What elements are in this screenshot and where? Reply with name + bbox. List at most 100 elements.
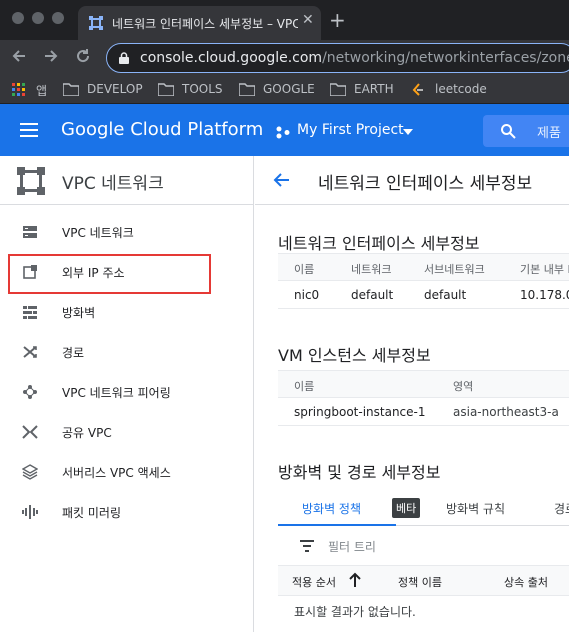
- sidebar-item-vpc-network[interactable]: VPC 네트워크: [0, 212, 253, 252]
- column-header: 서브네트워크: [424, 263, 485, 276]
- nic-section-title: 네트워크 인터페이스 세부정보: [278, 234, 480, 253]
- column-header: 네트워크: [351, 263, 392, 276]
- tab-firewall-policy[interactable]: 방화벽 정책 베타: [302, 498, 421, 518]
- vm-instance-name[interactable]: springboot-instance-1: [294, 405, 426, 419]
- sidebar-item-shared-vpc[interactable]: 공유 VPC: [0, 412, 253, 452]
- sidebar-item-label: 경로: [62, 346, 85, 360]
- fw-section-title: 방화벽 및 경로 세부정보: [278, 463, 441, 482]
- tab-routes[interactable]: 경로: [554, 500, 569, 517]
- serverless-icon: [22, 464, 38, 480]
- window-zoom-dot[interactable]: [52, 12, 64, 24]
- nic-table-header: 이름 네트워크 서브네트워크 기본 내부 I: [278, 253, 569, 281]
- apps-grid-icon: [12, 83, 25, 96]
- lock-icon: [119, 52, 129, 64]
- bookmark-label: DEVELOP: [87, 82, 143, 96]
- bookmark-label: TOOLS: [182, 82, 223, 96]
- sidebar-item-label: 방화벽: [62, 306, 96, 320]
- reload-icon[interactable]: [74, 47, 92, 65]
- sidebar-item-firewall[interactable]: 방화벽: [0, 292, 253, 332]
- shared-vpc-icon: [22, 425, 38, 439]
- bookmark-label: GOOGLE: [263, 82, 315, 96]
- project-selector[interactable]: My First Project: [276, 122, 426, 142]
- back-arrow-icon[interactable]: [10, 47, 28, 65]
- bookmark-earth[interactable]: EARTH: [330, 81, 410, 99]
- nic-internal-ip: 10.178.0: [520, 288, 569, 302]
- filter-icon: [300, 540, 314, 552]
- fw-tabs: 방화벽 정책 베타 방화벽 규칙 경로: [278, 490, 569, 526]
- search-icon: [501, 124, 516, 139]
- nic-network: default: [351, 288, 394, 302]
- empty-message: 표시할 결과가 없습니다.: [294, 605, 416, 619]
- browser-tab[interactable]: 네트워크 인터페이스 세부정보 – VPC ✕: [78, 6, 321, 40]
- filter-placeholder: 필터 트리: [328, 540, 376, 554]
- sidebar-title: VPC 네트워크: [62, 174, 164, 194]
- project-name: My First Project: [297, 122, 404, 138]
- bookmark-develop[interactable]: DEVELOP: [63, 81, 163, 99]
- forward-arrow-icon[interactable]: [42, 47, 60, 65]
- search-input[interactable]: 제품: [483, 115, 569, 147]
- bookmark-tools[interactable]: TOOLS: [158, 81, 238, 99]
- vm-zone: asia-northeast3-a: [453, 405, 559, 419]
- tab-label: 방화벽 정책: [302, 502, 362, 516]
- sidebar-item-peering[interactable]: VPC 네트워크 피어링: [0, 372, 253, 412]
- leetcode-icon: [412, 83, 423, 96]
- routes-icon: [23, 346, 37, 358]
- browser-tab-title: 네트워크 인터페이스 세부정보 – VPC: [112, 17, 298, 31]
- sidebar-item-label: 서버리스 VPC 액세스: [62, 466, 171, 480]
- filter-bar[interactable]: 필터 트리: [278, 526, 569, 566]
- vm-table-header: 이름 영역: [278, 370, 569, 398]
- url-path: /networking/networkinterfaces/zones/a: [322, 50, 569, 66]
- page-title: 네트워크 인터페이스 세부정보: [318, 174, 533, 194]
- column-header: 기본 내부 I: [520, 263, 569, 276]
- column-header[interactable]: 정책 이름: [398, 574, 442, 590]
- back-arrow-icon[interactable]: [273, 171, 291, 189]
- tab-close-icon[interactable]: ✕: [302, 12, 314, 28]
- sidebar-item-routes[interactable]: 경로: [0, 332, 253, 372]
- sidebar-item-packet-mirroring[interactable]: 패킷 미러링: [0, 492, 253, 532]
- address-bar[interactable]: console.cloud.google.com/networking/netw…: [106, 43, 569, 73]
- packet-mirroring-icon: [22, 505, 38, 519]
- sidebar-item-label: 패킷 미러링: [62, 506, 122, 520]
- url-host: console.cloud.google.com: [140, 50, 323, 66]
- folder-icon: [330, 83, 346, 96]
- column-header[interactable]: 상속 출처: [504, 574, 548, 590]
- sidebar-item-label: 공유 VPC: [62, 426, 112, 440]
- external-ip-icon: [23, 265, 37, 279]
- bookmark-label: leetcode: [435, 82, 487, 96]
- new-tab-button[interactable]: +: [329, 8, 346, 32]
- vpc-network-icon: [23, 226, 37, 238]
- window-minimize-dot[interactable]: [32, 12, 44, 24]
- sidebar-item-external-ip[interactable]: 외부 IP 주소: [0, 252, 253, 292]
- fw-table-header: 적용 순서 정책 이름 상속 출처: [278, 566, 569, 596]
- bookmarks-bar: 앱 DEVELOP TOOLS GOOGLE EARTH leetcode: [0, 76, 569, 104]
- column-header[interactable]: 적용 순서: [292, 574, 336, 590]
- vpc-favicon-icon: [89, 16, 103, 30]
- window-close-dot[interactable]: [12, 12, 24, 24]
- folder-icon: [63, 83, 79, 96]
- chevron-down-icon: [403, 129, 413, 135]
- table-row: nic0 default default 10.178.0: [278, 281, 569, 309]
- column-header: 이름: [294, 263, 315, 276]
- folder-icon: [239, 83, 255, 96]
- table-row: springboot-instance-1 asia-northeast3-a: [278, 398, 569, 426]
- url-text: console.cloud.google.com/networking/netw…: [140, 50, 569, 66]
- vpc-product-icon: [17, 167, 45, 195]
- folder-icon: [158, 83, 174, 96]
- sidebar-item-serverless[interactable]: 서버리스 VPC 액세스: [0, 452, 253, 492]
- sidebar-item-label: VPC 네트워크 피어링: [62, 386, 171, 400]
- main-content: 네트워크 인터페이스 세부정보 네트워크 인터페이스 세부정보 이름 네트워크 …: [255, 156, 569, 632]
- tab-firewall-rules[interactable]: 방화벽 규칙: [446, 500, 505, 517]
- sidebar-item-label: 외부 IP 주소: [62, 266, 125, 280]
- project-icon: [276, 126, 290, 139]
- column-header: 이름: [294, 380, 315, 393]
- page-header: 네트워크 인터페이스 세부정보: [255, 156, 569, 205]
- bookmark-label: EARTH: [354, 82, 394, 96]
- nic-name: nic0: [294, 288, 320, 302]
- sort-arrow-up-icon[interactable]: [348, 572, 362, 588]
- gcp-logo[interactable]: Google Cloud Platform: [61, 119, 263, 140]
- bookmark-leetcode[interactable]: leetcode: [411, 81, 511, 99]
- bookmark-google[interactable]: GOOGLE: [239, 81, 329, 99]
- menu-icon[interactable]: [20, 123, 38, 137]
- search-placeholder: 제품: [537, 126, 561, 141]
- bookmark-apps[interactable]: 앱: [12, 81, 52, 99]
